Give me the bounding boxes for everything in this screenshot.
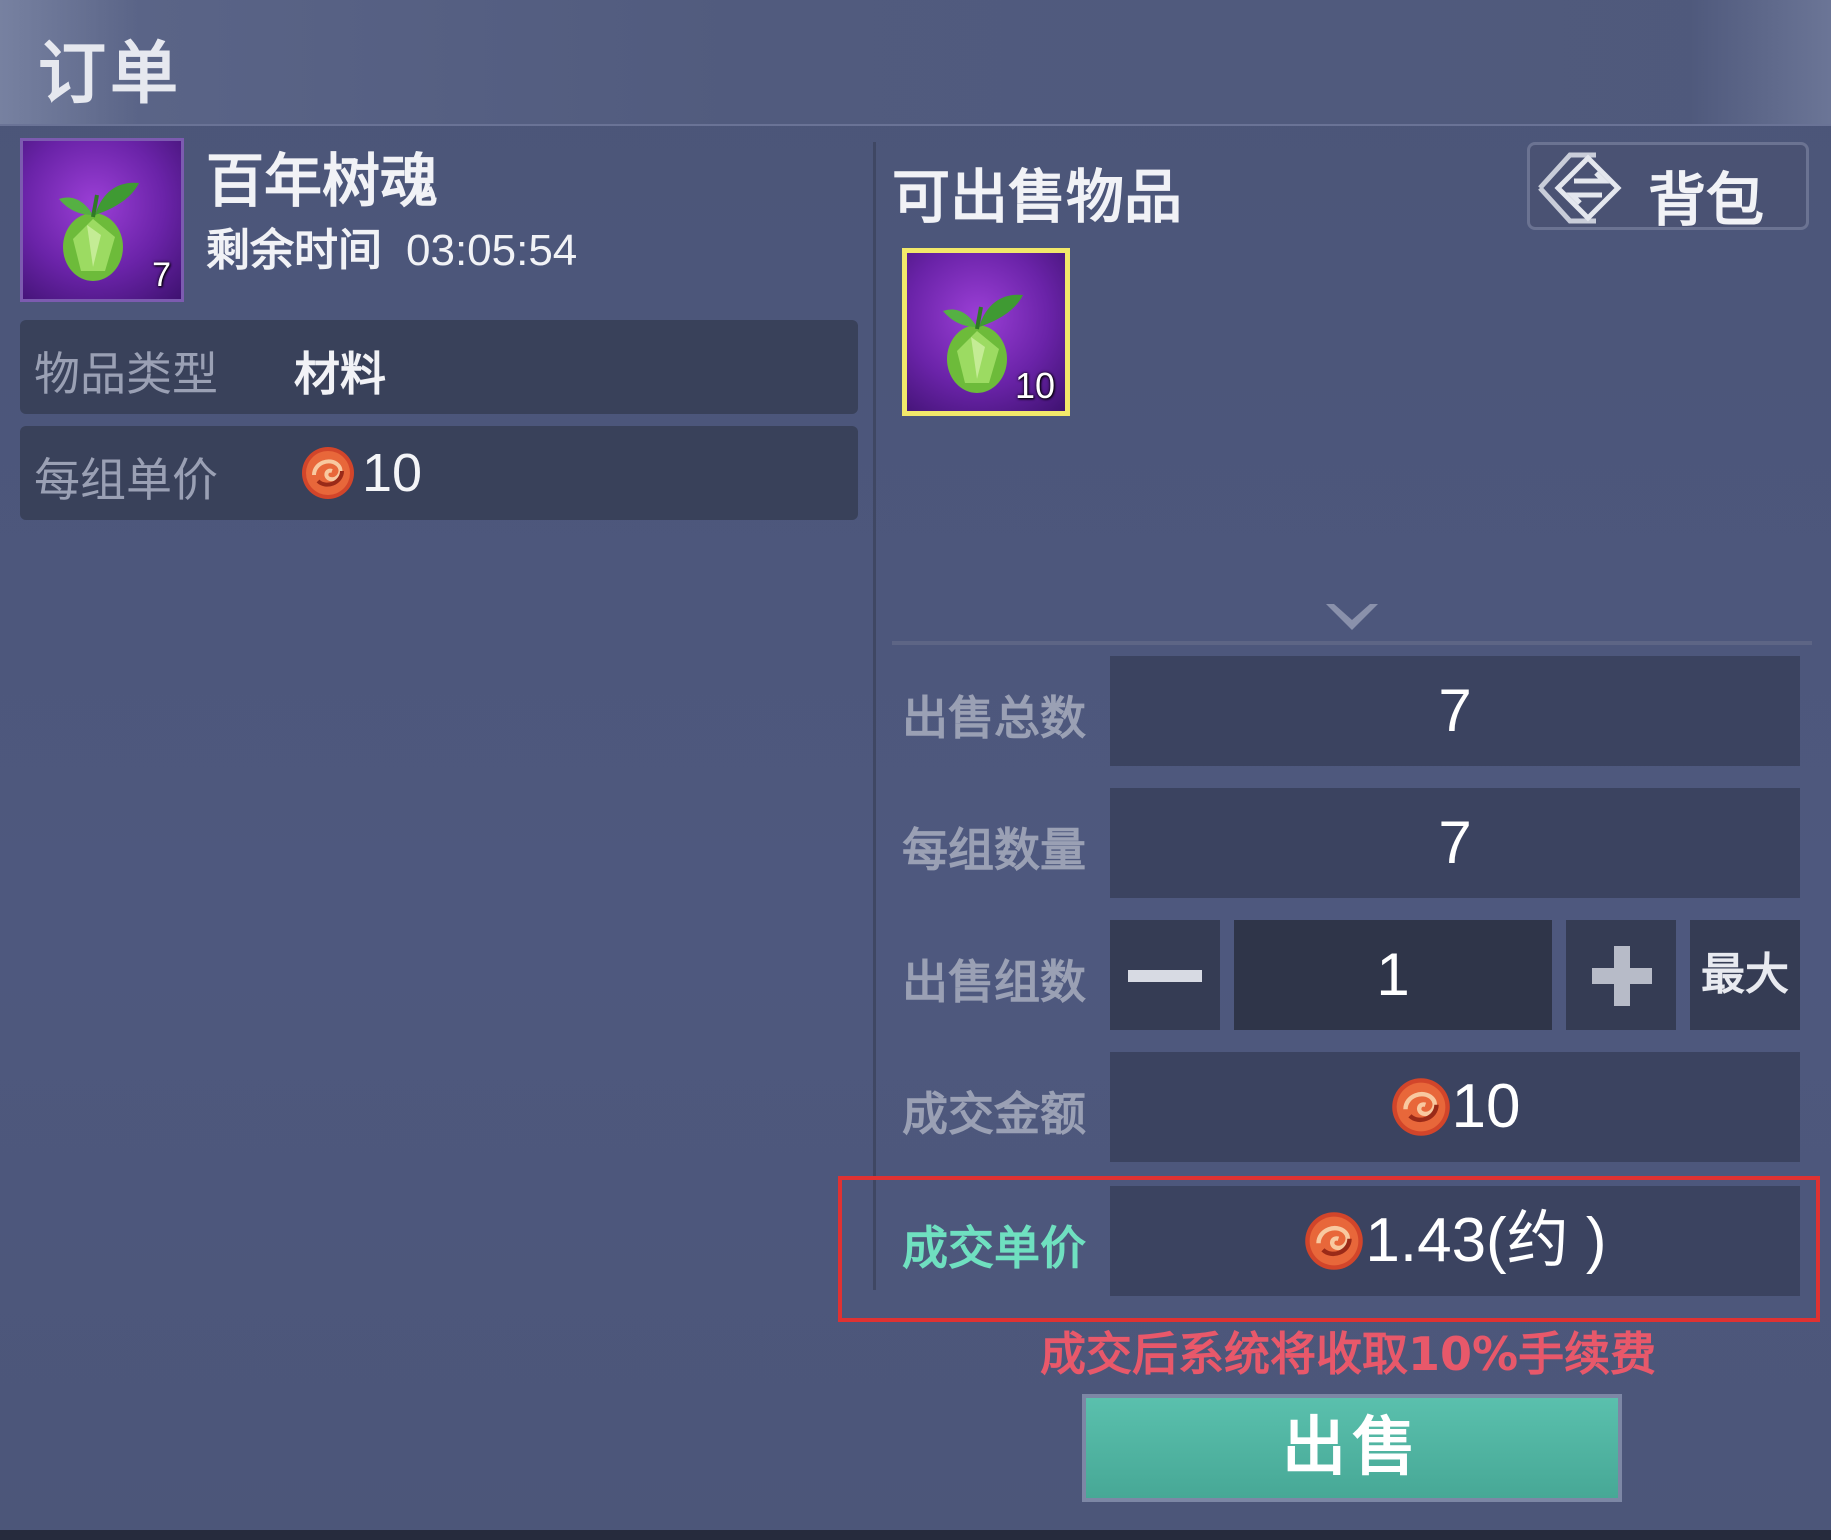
section-divider bbox=[892, 641, 1812, 645]
total-count-label: 出售总数 bbox=[902, 691, 1086, 745]
remaining-time: 剩余时间 03:05:54 bbox=[206, 214, 577, 278]
sellable-item-slot[interactable]: 10 bbox=[902, 248, 1070, 416]
minus-icon bbox=[1128, 970, 1202, 982]
deal-amount-field: 10 bbox=[1110, 1052, 1800, 1162]
sellable-items-title: 可出售物品 bbox=[892, 163, 1183, 231]
plus-icon bbox=[1592, 946, 1652, 1006]
deal-amount-label: 成交金额 bbox=[902, 1087, 1086, 1141]
swap-arrows-icon bbox=[1538, 152, 1622, 224]
item-type-label: 物品类型 bbox=[34, 347, 218, 401]
total-count-value: 7 bbox=[1438, 677, 1472, 744]
header-decoration bbox=[1691, 0, 1831, 124]
item-name: 百年树魂 bbox=[206, 147, 439, 215]
bag-button[interactable]: 背包 bbox=[1527, 142, 1809, 234]
remaining-time-value: 03:05:54 bbox=[406, 226, 578, 275]
header-bar: 订单 bbox=[0, 0, 1831, 126]
order-item-slot[interactable]: 7 bbox=[20, 138, 184, 302]
bag-button-label: 背包 bbox=[1648, 166, 1765, 234]
per-group-value: 7 bbox=[1438, 809, 1472, 876]
bottom-bar bbox=[0, 1530, 1831, 1540]
page-title: 订单 bbox=[38, 35, 183, 114]
max-button[interactable]: 最大 bbox=[1690, 920, 1800, 1030]
fee-notice: 成交后系统将收取10%手续费 bbox=[1040, 1327, 1657, 1381]
item-type-row: 物品类型 材料 bbox=[20, 320, 858, 414]
tree-soul-item-icon bbox=[59, 182, 139, 281]
increase-button[interactable] bbox=[1566, 920, 1676, 1030]
sell-button[interactable]: 出售 bbox=[1082, 1394, 1622, 1502]
coin-icon bbox=[1391, 1077, 1450, 1136]
item-count: 7 bbox=[152, 256, 171, 294]
per-group-field: 7 bbox=[1110, 788, 1800, 898]
group-count-input[interactable]: 1 bbox=[1234, 920, 1552, 1030]
per-group-label: 每组数量 bbox=[902, 823, 1086, 877]
decrease-button[interactable] bbox=[1110, 920, 1220, 1030]
unit-price-number: 10 bbox=[362, 443, 423, 503]
item-type-value: 材料 bbox=[294, 347, 386, 401]
group-count-label: 出售组数 bbox=[902, 955, 1086, 1009]
chevron-down-icon[interactable] bbox=[1322, 600, 1382, 636]
unit-price-row: 每组单价 10 bbox=[20, 426, 858, 520]
unit-price-label: 每组单价 bbox=[34, 453, 218, 507]
slot-count: 10 bbox=[1014, 365, 1055, 406]
order-panel: 订单 7 百年树魂 剩余时间 03:05:54 物品类型 材料 每组单价 10 bbox=[0, 0, 1831, 1540]
group-count-value: 1 bbox=[1376, 941, 1410, 1008]
deal-amount-number: 10 bbox=[1451, 1072, 1521, 1141]
column-divider bbox=[873, 142, 876, 1290]
total-count-field: 7 bbox=[1110, 656, 1800, 766]
remaining-time-label: 剩余时间 bbox=[206, 225, 382, 276]
coin-icon bbox=[302, 446, 354, 499]
unit-price-value: 10 bbox=[300, 442, 422, 505]
deal-amount-value: 10 bbox=[1390, 1072, 1521, 1141]
highlight-annotation bbox=[838, 1176, 1820, 1322]
